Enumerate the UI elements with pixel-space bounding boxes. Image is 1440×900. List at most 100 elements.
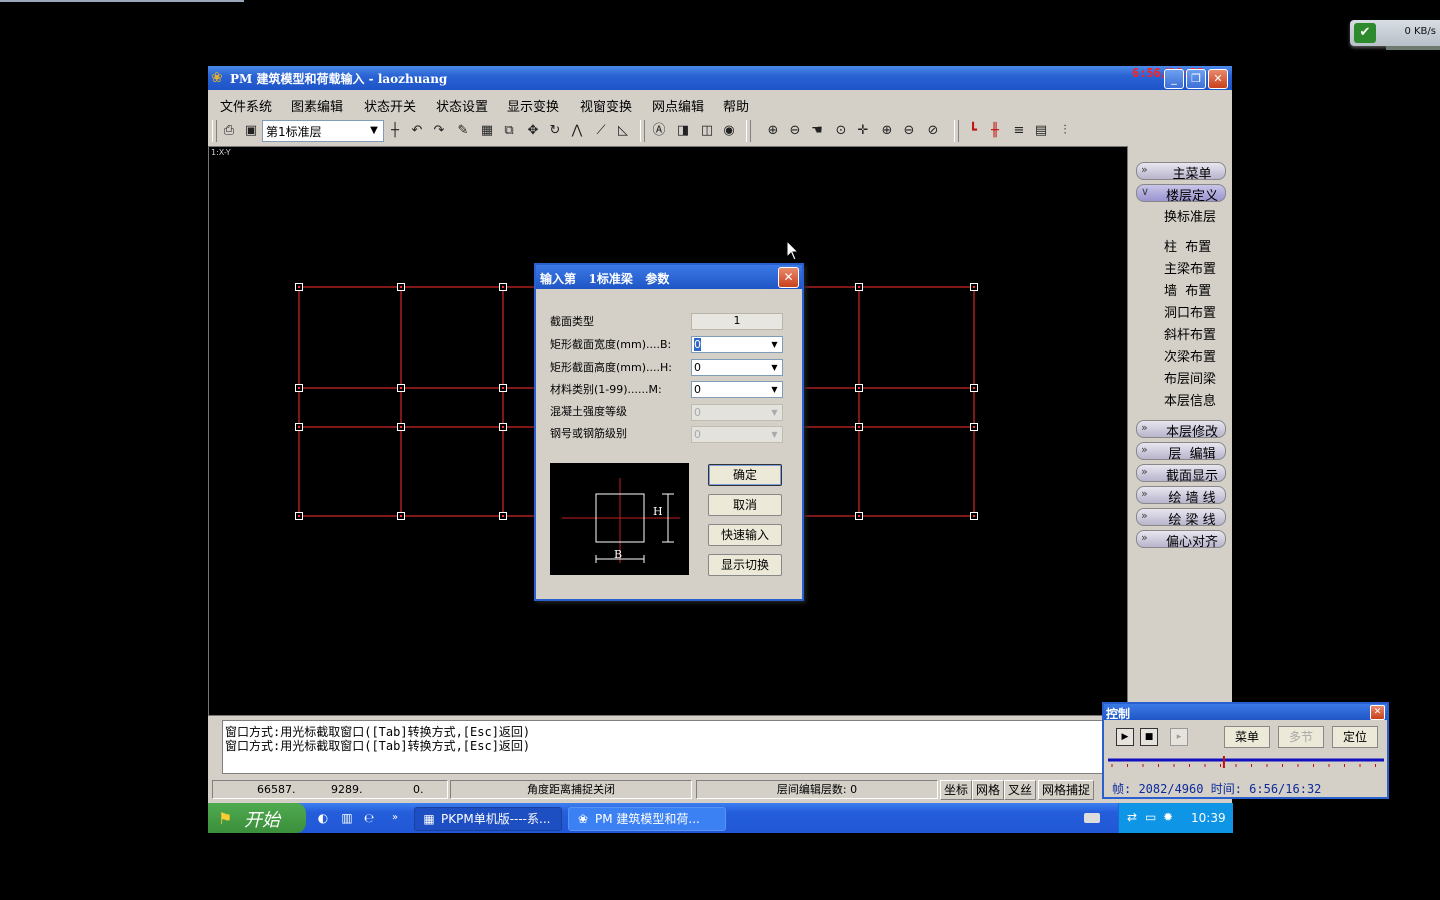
print-icon[interactable]: ⎙: [220, 122, 238, 140]
zoom-reset-icon[interactable]: ⊘: [924, 122, 942, 140]
floor-definition-button[interactable]: ∨ 楼层定义: [1136, 184, 1226, 204]
playback-track[interactable]: [1108, 756, 1384, 768]
start-button[interactable]: ⚑ 开始: [208, 803, 306, 833]
submenu-wall-layout[interactable]: 墙 布置: [1164, 280, 1211, 299]
draw-beam-line-button[interactable]: » 绘 梁 线: [1136, 508, 1226, 528]
menu-state-settings[interactable]: 状态设置: [436, 96, 488, 115]
explorer-icon[interactable]: ▥: [340, 811, 354, 825]
undo-icon[interactable]: ↶: [408, 122, 426, 140]
zoom-dynamic-icon[interactable]: ⊙: [832, 122, 850, 140]
display-switch-button[interactable]: 显示切换: [708, 554, 782, 576]
net-speed-widget[interactable]: ✔ 0 KB/s: [1350, 20, 1440, 50]
pen-icon[interactable]: ✎: [454, 122, 472, 140]
move-icon[interactable]: ✥: [524, 122, 542, 140]
control-title-bar[interactable]: 控制 ✕: [1104, 704, 1387, 721]
cube-icon[interactable]: ◫: [698, 122, 716, 140]
axis-line-icon[interactable]: ┗: [964, 122, 982, 140]
keyboard-icon[interactable]: [1084, 813, 1100, 823]
menu-view-transform[interactable]: 视窗变换: [580, 96, 632, 115]
restore-button[interactable]: ❐: [1186, 69, 1206, 89]
zoom-out-icon[interactable]: ⊖: [900, 122, 918, 140]
letter-a-icon[interactable]: Ⓐ: [650, 122, 668, 140]
browser-icon[interactable]: ℮: [362, 811, 376, 825]
task-pm-model[interactable]: ❀ PM 建筑模型和荷...: [568, 807, 726, 831]
play-icon[interactable]: ▶: [1116, 728, 1134, 746]
zoom-in-icon[interactable]: ⊕: [878, 122, 896, 140]
quick-input-button[interactable]: 快速输入: [708, 524, 782, 546]
toolbar-grip[interactable]: [640, 120, 645, 142]
main-menu-button[interactable]: » 主菜单: [1136, 162, 1226, 182]
floor-edit-button[interactable]: » 层 编辑: [1136, 442, 1226, 462]
chevron-down-icon[interactable]: ▼: [367, 123, 381, 139]
grid-snap-toggle[interactable]: 网格捕捉: [1038, 780, 1095, 800]
rotate-icon[interactable]: ↻: [546, 122, 564, 140]
move-view-icon[interactable]: ✛: [854, 122, 872, 140]
minimize-button[interactable]: _: [1164, 69, 1184, 89]
submenu-main-beam-layout[interactable]: 主梁布置: [1164, 258, 1216, 277]
list-icon[interactable]: ≡: [1010, 122, 1028, 140]
mirror-icon[interactable]: ⋀: [568, 122, 586, 140]
zoom-window-icon[interactable]: ⊕: [764, 122, 782, 140]
grid-lines-icon[interactable]: ╫: [986, 122, 1004, 140]
chevron-down-icon[interactable]: ▼: [768, 361, 781, 374]
menu-help[interactable]: 帮助: [723, 96, 749, 115]
submenu-interfloor-beam[interactable]: 布层间梁: [1164, 368, 1216, 387]
submenu-secondary-beam-layout[interactable]: 次梁布置: [1164, 346, 1216, 365]
title-bar[interactable]: ❀ PM 建筑模型和荷载输入 - laozhuang 6:56/16:32 _ …: [208, 66, 1232, 90]
stack-icon[interactable]: ⫶: [1056, 122, 1074, 140]
network-icon[interactable]: ⇄: [1127, 810, 1137, 824]
chevron-down-icon[interactable]: ▼: [768, 383, 781, 396]
width-combo[interactable]: 0 ▼: [691, 336, 783, 353]
menu-element-edit[interactable]: 图素编辑: [291, 96, 343, 115]
submenu-floor-info[interactable]: 本层信息: [1164, 390, 1216, 409]
menu-state-switch[interactable]: 状态开关: [364, 96, 416, 115]
toolbar-grip[interactable]: [746, 120, 751, 142]
redo-icon[interactable]: ↷: [430, 122, 448, 140]
save-icon[interactable]: ▣: [242, 122, 260, 140]
extend-icon[interactable]: ⟋: [592, 122, 610, 140]
dialog-close-button[interactable]: ✕: [778, 267, 799, 288]
crosshair-toggle[interactable]: 叉丝: [1004, 780, 1037, 800]
zoom-all-icon[interactable]: ⊖: [786, 122, 804, 140]
cancel-button[interactable]: 取消: [708, 494, 782, 516]
eccentric-align-button[interactable]: » 偏心对齐: [1136, 530, 1226, 550]
material-combo[interactable]: 0 ▼: [691, 381, 783, 398]
submenu-opening-layout[interactable]: 洞口布置: [1164, 302, 1216, 321]
monitor-icon[interactable]: ▭: [1145, 810, 1156, 824]
menu-file[interactable]: 文件系统: [220, 96, 272, 115]
command-output[interactable]: 窗口方式:用光标截取窗口([Tab]转换方式,[Esc]返回) 窗口方式:用光标…: [222, 720, 1124, 774]
crosshair-icon[interactable]: ┼: [386, 122, 404, 140]
toolbar-grip[interactable]: [212, 120, 217, 142]
dialog-title-bar[interactable]: 输入第 1标准梁 参数 ✕: [536, 265, 802, 289]
grid-toggle[interactable]: 网格: [972, 780, 1005, 800]
section-type-field[interactable]: 1: [691, 313, 783, 330]
expand-quicklaunch-icon[interactable]: »: [388, 811, 402, 825]
task-pkpm[interactable]: ▦ PKPM单机版----系...: [414, 807, 562, 831]
menu-grid-edit[interactable]: 网点编辑: [652, 96, 704, 115]
coordinate-toggle[interactable]: 坐标: [940, 780, 973, 800]
eye-icon[interactable]: ◉: [720, 122, 738, 140]
ok-button[interactable]: 确定: [708, 464, 782, 486]
floor-modify-button[interactable]: » 本层修改: [1136, 420, 1226, 440]
desktop-icon[interactable]: ◐: [316, 811, 330, 825]
pan-icon[interactable]: ☚: [808, 122, 826, 140]
layers-icon[interactable]: ▤: [1032, 122, 1050, 140]
control-close-button[interactable]: ✕: [1370, 705, 1385, 720]
draw-wall-line-button[interactable]: » 绘 墙 线: [1136, 486, 1226, 506]
toolbar-grip[interactable]: [954, 120, 959, 142]
close-button[interactable]: ✕: [1208, 69, 1228, 89]
menu-display-transform[interactable]: 显示变换: [507, 96, 559, 115]
height-combo[interactable]: 0 ▼: [691, 359, 783, 376]
box-icon[interactable]: ◨: [674, 122, 692, 140]
section-display-button[interactable]: » 截面显示: [1136, 464, 1226, 484]
grid-icon[interactable]: ▦: [478, 122, 496, 140]
submenu-switch-floor[interactable]: 换标准层: [1164, 206, 1216, 225]
stop-icon[interactable]: ■: [1140, 728, 1158, 746]
layer-select[interactable]: 第1标准层 ▼: [262, 120, 384, 142]
submenu-column-layout[interactable]: 柱 布置: [1164, 236, 1211, 255]
copy-icon[interactable]: ⧉: [500, 122, 518, 140]
submenu-brace-layout[interactable]: 斜杆布置: [1164, 324, 1216, 343]
trim-icon[interactable]: ◺: [614, 122, 632, 140]
bug-icon[interactable]: ✹: [1163, 810, 1173, 824]
control-menu-button[interactable]: 菜单: [1224, 726, 1270, 748]
